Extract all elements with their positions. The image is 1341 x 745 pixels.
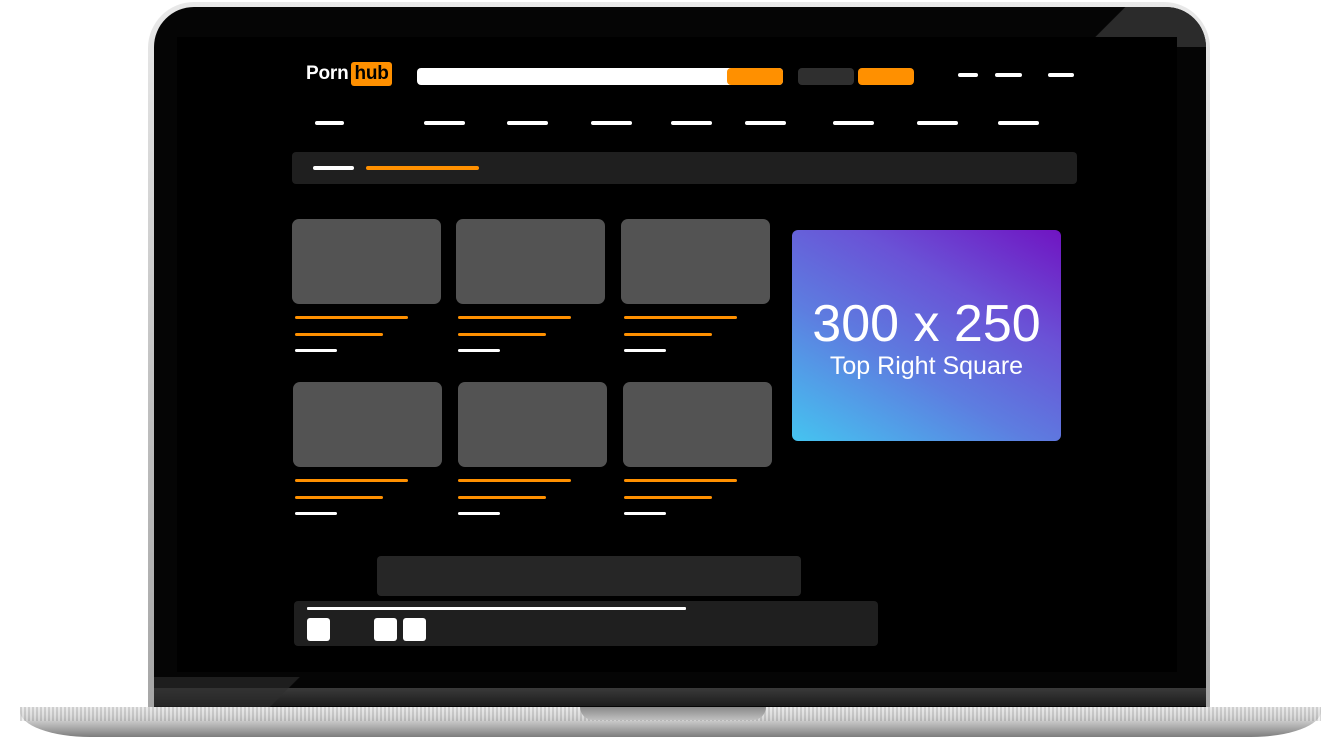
website-screen: Porn hub 300 x 250 Top Right Square <box>177 37 1177 672</box>
header-button-secondary[interactable] <box>798 68 854 85</box>
section-title <box>313 166 354 170</box>
video-title-line[interactable] <box>295 479 408 482</box>
ad-banner-top-right-square[interactable]: 300 x 250 Top Right Square <box>792 230 1061 441</box>
header-button-primary[interactable] <box>858 68 914 85</box>
nav-item[interactable] <box>998 121 1039 125</box>
video-meta-line <box>624 349 666 352</box>
video-title-line[interactable] <box>295 333 383 336</box>
nav-item[interactable] <box>424 121 465 125</box>
video-meta-line <box>295 349 337 352</box>
chin-reflection <box>154 677 414 707</box>
logo-text-badge: hub <box>351 62 392 86</box>
nav-item[interactable] <box>591 121 632 125</box>
video-title-line[interactable] <box>295 316 408 319</box>
section-subtitle-link[interactable] <box>366 166 479 170</box>
video-title-line[interactable] <box>458 333 546 336</box>
nav-item[interactable] <box>507 121 548 125</box>
video-thumbnail[interactable] <box>456 219 605 304</box>
search-button[interactable] <box>727 68 783 85</box>
video-thumbnail[interactable] <box>623 382 772 467</box>
ad-position-label: Top Right Square <box>829 351 1024 380</box>
footer-progress-line <box>307 607 686 610</box>
logo-text-primary: Porn <box>306 63 349 84</box>
nav-item[interactable] <box>671 121 712 125</box>
video-title-line[interactable] <box>624 333 712 336</box>
video-meta-line <box>295 512 337 515</box>
laptop-open-notch <box>580 707 766 720</box>
video-thumbnail[interactable] <box>293 382 442 467</box>
footer-icon-button[interactable] <box>307 618 330 641</box>
video-thumbnail[interactable] <box>458 382 607 467</box>
video-meta-line <box>458 512 500 515</box>
video-title-line[interactable] <box>624 496 712 499</box>
video-title-line[interactable] <box>295 496 383 499</box>
video-thumbnail[interactable] <box>621 219 770 304</box>
video-title-line[interactable] <box>458 496 546 499</box>
video-title-line[interactable] <box>624 316 737 319</box>
header-menu-item[interactable] <box>995 73 1022 77</box>
pagination-bar[interactable] <box>377 556 801 596</box>
video-title-line[interactable] <box>624 479 737 482</box>
video-meta-line <box>624 512 666 515</box>
header-menu-item[interactable] <box>1048 73 1074 77</box>
video-thumbnail[interactable] <box>292 219 441 304</box>
header-menu-item[interactable] <box>958 73 978 77</box>
video-title-line[interactable] <box>458 316 571 319</box>
video-meta-line <box>458 349 500 352</box>
footer-icon-button[interactable] <box>403 618 426 641</box>
nav-item[interactable] <box>917 121 958 125</box>
footer-icon-button[interactable] <box>374 618 397 641</box>
ad-size-label: 300 x 250 <box>812 294 1041 353</box>
nav-item[interactable] <box>315 121 344 125</box>
video-title-line[interactable] <box>458 479 571 482</box>
nav-item[interactable] <box>745 121 786 125</box>
nav-item[interactable] <box>833 121 874 125</box>
site-logo[interactable]: Porn hub <box>306 61 392 87</box>
